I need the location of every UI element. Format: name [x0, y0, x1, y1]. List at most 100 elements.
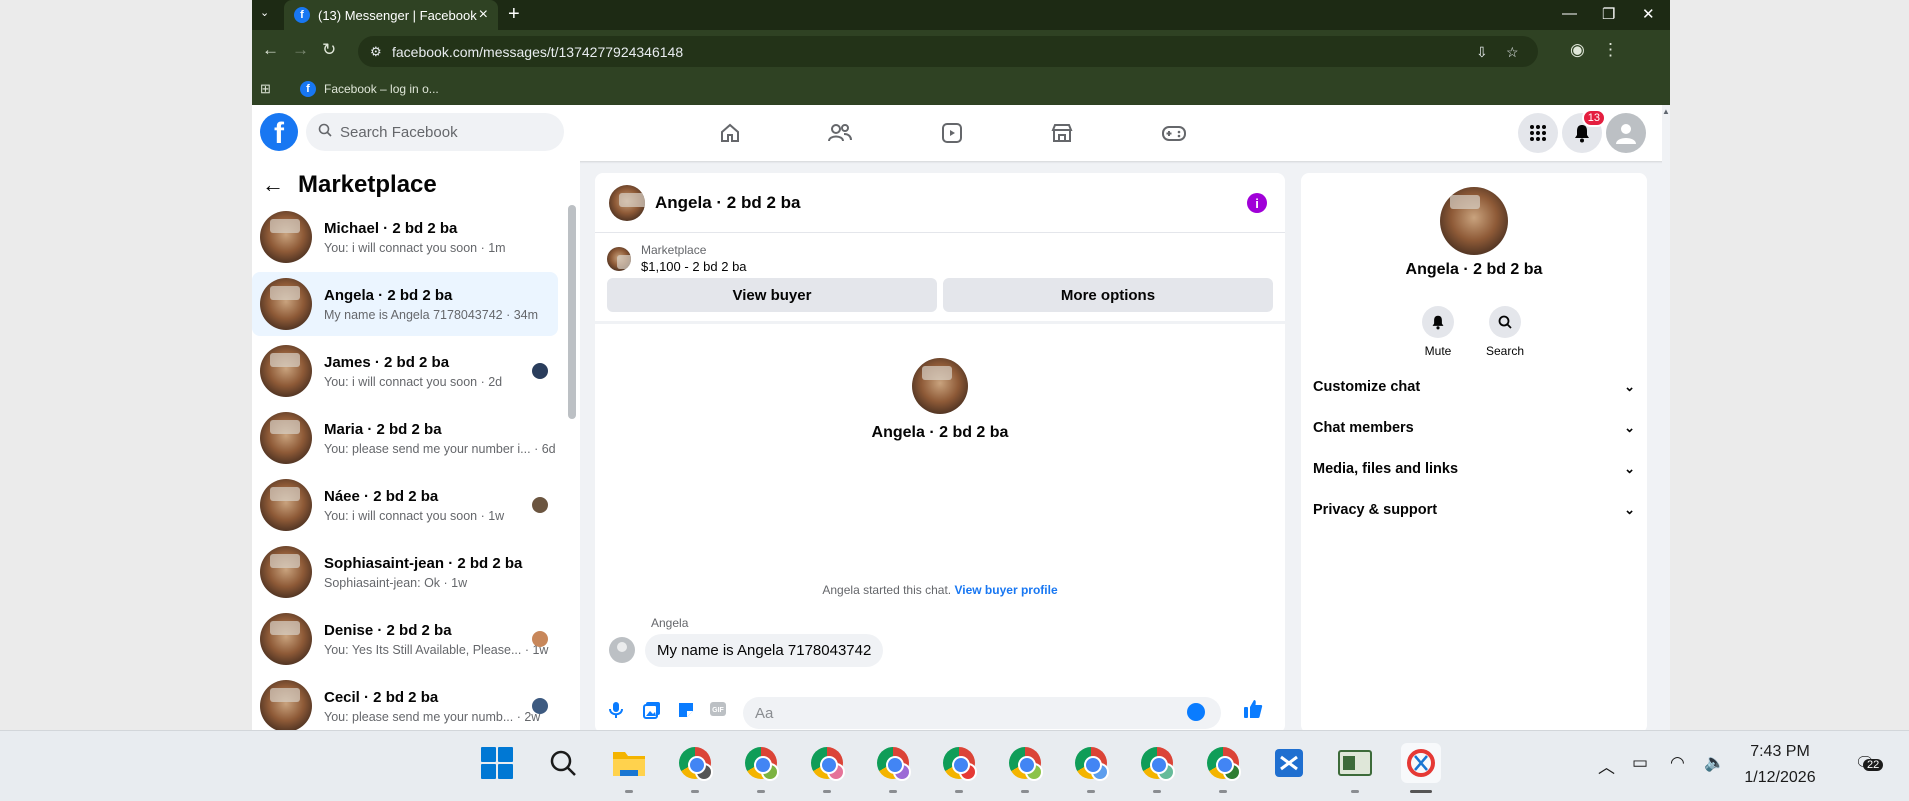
restore-icon[interactable]: ❐	[1602, 5, 1615, 23]
chrome-profile-icon[interactable]	[1071, 743, 1111, 793]
new-tab-button[interactable]: +	[508, 3, 520, 26]
marketplace-icon[interactable]	[1034, 115, 1090, 151]
snipping-tool-icon[interactable]	[1401, 743, 1441, 793]
back-arrow-icon[interactable]: ←	[262, 172, 284, 198]
start-button[interactable]	[477, 743, 517, 783]
tab-search-icon[interactable]: ⌄	[260, 6, 269, 19]
reload-icon[interactable]: ↻	[322, 40, 336, 60]
thumbs-up-icon[interactable]	[1243, 699, 1263, 725]
more-options-button[interactable]: More options	[943, 278, 1273, 312]
section-customize-chat[interactable]: Customize chat ⌄	[1313, 369, 1635, 405]
mute-button[interactable]: Mute	[1408, 306, 1468, 358]
profile-icon[interactable]: ◉	[1570, 40, 1585, 60]
vscode-icon[interactable]	[1269, 743, 1309, 783]
chrome-profile-icon[interactable]	[1137, 743, 1177, 793]
notifications-bell-icon[interactable]: 13	[1562, 109, 1606, 153]
chrome-profile-icon[interactable]	[873, 743, 913, 793]
chrome-profile-icon[interactable]	[741, 743, 781, 793]
scroll-up-icon[interactable]: ▲	[1662, 107, 1670, 116]
conversation-name: Denise · 2 bd 2 ba	[324, 621, 452, 639]
chrome-icon[interactable]	[675, 743, 715, 793]
show-hidden-icons-chevron-icon[interactable]: ︿	[1598, 753, 1615, 778]
message-composer: GIF Aa	[595, 693, 1285, 730]
details-avatar[interactable]	[1440, 187, 1508, 255]
sender-avatar[interactable]	[609, 637, 635, 663]
chrome-profile-icon[interactable]	[1005, 743, 1045, 793]
friends-icon[interactable]	[812, 115, 868, 151]
search-conversation-button[interactable]: Search	[1475, 306, 1535, 358]
browser-tab[interactable]: f (13) Messenger | Facebook ×	[284, 0, 498, 30]
section-media-files-links[interactable]: Media, files and links ⌄	[1313, 451, 1635, 487]
apps-grid-icon[interactable]: ⊞	[260, 81, 271, 97]
tab-title: (13) Messenger | Facebook	[318, 7, 477, 23]
menu-grid-icon[interactable]	[1518, 113, 1558, 153]
menu-dots-icon[interactable]: ⋮	[1602, 40, 1619, 60]
conversation-avatar	[260, 680, 312, 730]
conversation-item[interactable]: Denise · 2 bd 2 ba You: Yes Its Still Ava…	[252, 607, 558, 671]
listing-summary[interactable]: Marketplace $1,100 - 2 bd 2 ba	[607, 243, 747, 274]
bookmark-facebook[interactable]: f Facebook – log in o...	[300, 81, 439, 97]
conversation-item[interactable]: Michael · 2 bd 2 ba You: i will connact y…	[252, 205, 558, 269]
conversation-item[interactable]: James · 2 bd 2 ba You: i will connact you…	[252, 339, 558, 403]
taskbar-search-icon[interactable]	[543, 743, 583, 783]
conversation-avatar	[260, 211, 312, 263]
file-explorer-icon[interactable]	[609, 743, 649, 793]
page-scrollbar[interactable]: ▲	[1662, 105, 1670, 730]
home-icon[interactable]	[702, 115, 758, 151]
view-buyer-button[interactable]: View buyer	[607, 278, 937, 312]
conversation-scrollbar[interactable]	[568, 205, 576, 419]
conversation-avatar	[260, 546, 312, 598]
microphone-icon[interactable]	[609, 701, 623, 724]
conversation-item[interactable]: Cecil · 2 bd 2 ba You: please send me you…	[252, 674, 558, 730]
notification-badge: 13	[1581, 109, 1606, 127]
conversation-avatar	[260, 613, 312, 665]
forward-icon[interactable]: →	[292, 40, 309, 60]
divider	[595, 321, 1285, 324]
profile-avatar[interactable]	[912, 358, 968, 414]
bookmark-star-icon[interactable]: ☆	[1506, 44, 1519, 61]
system-clock[interactable]: 7:43 PM 1/12/2026	[1735, 739, 1825, 791]
back-icon[interactable]: ←	[262, 40, 279, 60]
close-tab-icon[interactable]: ×	[479, 6, 488, 24]
section-privacy-support[interactable]: Privacy & support ⌄	[1313, 492, 1635, 528]
message-input[interactable]: Aa	[743, 697, 1221, 729]
conversation-item[interactable]: Sophiasaint-jean · 2 bd 2 ba Sophiasaint-…	[252, 540, 558, 604]
site-info-icon[interactable]: ⚙	[370, 44, 382, 60]
install-app-icon[interactable]: ⇩	[1476, 44, 1488, 61]
notification-center-icon[interactable]: 🗨22	[1855, 753, 1884, 773]
chat-avatar[interactable]	[609, 184, 645, 221]
gif-icon[interactable]: GIF	[709, 701, 727, 722]
search-placeholder: Search Facebook	[340, 123, 458, 141]
view-buyer-profile-link[interactable]: View buyer profile	[954, 583, 1057, 597]
clock-date: 1/12/2026	[1744, 769, 1816, 786]
gaming-icon[interactable]	[1146, 115, 1202, 151]
video-icon[interactable]	[924, 115, 980, 151]
seen-by-avatar	[532, 698, 548, 714]
emoji-icon[interactable]	[1187, 703, 1205, 721]
app-window-icon[interactable]	[1335, 743, 1375, 793]
conversation-item[interactable]: Angela · 2 bd 2 ba My name is Angela 7178…	[252, 272, 558, 336]
info-icon[interactable]: i	[1247, 193, 1267, 213]
wifi-icon[interactable]: ◠	[1670, 753, 1685, 773]
conversation-item[interactable]: Maria · 2 bd 2 ba You: please send me you…	[252, 406, 558, 470]
close-window-icon[interactable]: ✕	[1642, 5, 1655, 23]
facebook-logo[interactable]: f	[260, 113, 298, 151]
chrome-profile-icon[interactable]	[807, 743, 847, 793]
volume-icon[interactable]: 🔈	[1704, 753, 1725, 773]
chat-title[interactable]: Angela · 2 bd 2 ba	[655, 193, 800, 213]
account-avatar[interactable]	[1606, 113, 1646, 153]
battery-icon[interactable]: ▭	[1632, 753, 1648, 773]
conversation-item[interactable]: Náee · 2 bd 2 ba You: i will connact you …	[252, 473, 558, 537]
listing-label: Marketplace	[641, 243, 707, 257]
conversation-name: Náee · 2 bd 2 ba	[324, 487, 439, 505]
section-chat-members[interactable]: Chat members ⌄	[1313, 410, 1635, 446]
chrome-profile-icon[interactable]	[1203, 743, 1243, 793]
sticker-icon[interactable]	[677, 701, 695, 724]
minimize-icon[interactable]: —	[1562, 5, 1577, 22]
chrome-profile-icon[interactable]	[939, 743, 979, 793]
address-bar[interactable]: ⚙ facebook.com/messages/t/13742779243461…	[358, 36, 1538, 67]
facebook-search-input[interactable]: Search Facebook	[306, 113, 564, 151]
notification-count-badge: 22	[1863, 759, 1884, 771]
photo-icon[interactable]	[643, 701, 661, 724]
conversation-preview: You: i will connact you soon · 1m	[324, 240, 506, 255]
